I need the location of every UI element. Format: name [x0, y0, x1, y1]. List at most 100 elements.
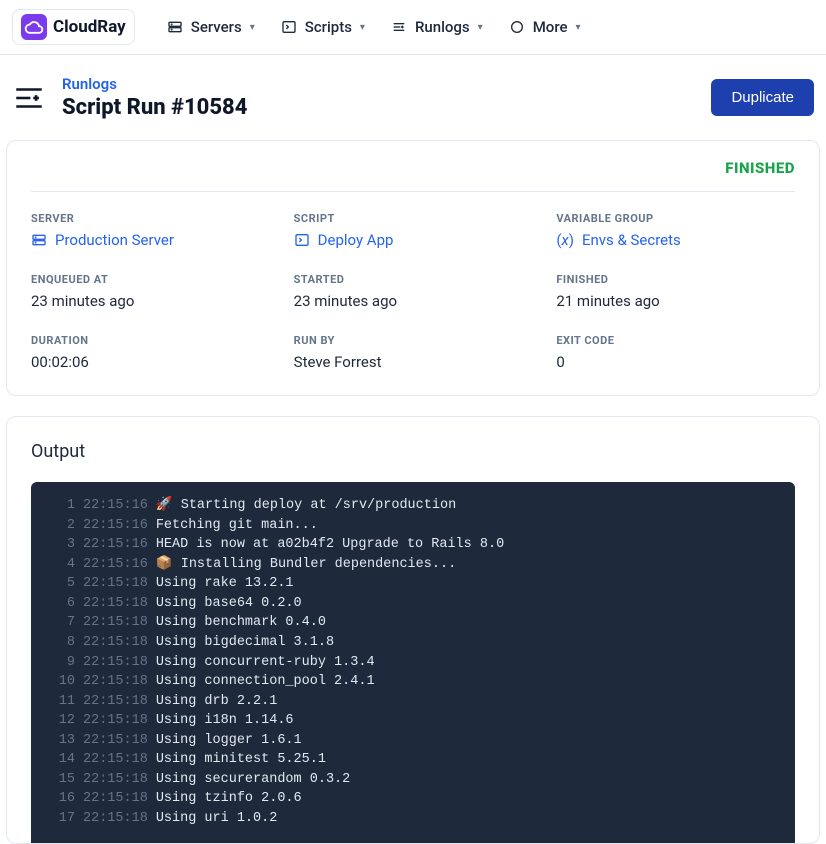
line-text: Using minitest 5.25.1 [156, 750, 326, 770]
line-number: 15 [47, 770, 75, 790]
line-timestamp: 22:15:16 [83, 535, 148, 555]
line-text: Using drb 2.2.1 [156, 692, 278, 712]
logo[interactable]: CloudRay [12, 9, 135, 45]
line-number: 10 [47, 672, 75, 692]
line-text: Fetching git main... [156, 516, 318, 536]
line-number: 4 [47, 555, 75, 575]
script-icon [281, 19, 297, 35]
nav-more[interactable]: More ▾ [509, 18, 581, 36]
status-badge: FINISHED [725, 159, 795, 177]
vargroup-value: Envs & Secrets [582, 231, 681, 249]
variable-icon: (x) [556, 231, 574, 249]
info-vargroup: VARIABLE GROUP (x) Envs & Secrets [556, 212, 795, 249]
line-text: 🚀 Starting deploy at /srv/production [156, 496, 456, 516]
line-timestamp: 22:15:18 [83, 653, 148, 673]
chevron-down-icon: ▾ [250, 22, 255, 33]
line-timestamp: 22:15:18 [83, 770, 148, 790]
line-timestamp: 22:15:16 [83, 496, 148, 516]
line-timestamp: 22:15:18 [83, 672, 148, 692]
chevron-down-icon: ▾ [576, 22, 581, 33]
terminal-output: 1 22:15:16 🚀 Starting deploy at /srv/produ… [31, 482, 795, 843]
info-script: SCRIPT Deploy App [294, 212, 533, 249]
breadcrumb[interactable]: Runlogs [62, 75, 247, 93]
line-timestamp: 22:15:18 [83, 633, 148, 653]
nav-runlogs[interactable]: Runlogs ▾ [391, 18, 483, 36]
duplicate-button[interactable]: Duplicate [711, 79, 814, 116]
line-text: Using benchmark 0.4.0 [156, 613, 326, 633]
line-number: 6 [47, 594, 75, 614]
line-timestamp: 22:15:16 [83, 516, 148, 536]
terminal-line: 1122:15:18Using drb 2.2.1 [47, 692, 779, 712]
line-text: Using concurrent-ruby 1.3.4 [156, 653, 375, 673]
enqueued-label: ENQUEUED AT [31, 273, 270, 286]
line-timestamp: 22:15:18 [83, 789, 148, 809]
info-duration: DURATION 00:02:06 [31, 334, 270, 371]
info-exitcode: EXIT CODE 0 [556, 334, 795, 371]
runlog-icon [391, 19, 407, 35]
line-timestamp: 22:15:18 [83, 731, 148, 751]
runby-label: RUN BY [294, 334, 533, 347]
terminal-line: 1622:15:18Using tzinfo 2.0.6 [47, 789, 779, 809]
line-number: 5 [47, 574, 75, 594]
terminal-line: 5 22:15:18 Using rake 13.2.1 [47, 574, 779, 594]
finished-value: 21 minutes ago [556, 292, 795, 310]
terminal-line: 14 22:15:18 Using minitest 5.25.1 [47, 750, 779, 770]
info-server: SERVER Production Server [31, 212, 270, 249]
script-icon [294, 232, 310, 248]
vargroup-link[interactable]: (x) Envs & Secrets [556, 231, 795, 249]
info-started: STARTED 23 minutes ago [294, 273, 533, 310]
terminal-line: 1022:15:18Using connection_pool 2.4.1 [47, 672, 779, 692]
line-text: Using bigdecimal 3.1.8 [156, 633, 334, 653]
enqueued-value: 23 minutes ago [31, 292, 270, 310]
line-timestamp: 22:15:16 [83, 555, 148, 575]
line-number: 14 [47, 750, 75, 770]
line-timestamp: 22:15:18 [83, 750, 148, 770]
duration-label: DURATION [31, 334, 270, 347]
duration-value: 00:02:06 [31, 353, 270, 371]
nav-scripts[interactable]: Scripts ▾ [281, 18, 365, 36]
chevron-down-icon: ▾ [360, 22, 365, 33]
finished-label: FINISHED [556, 273, 795, 286]
server-link[interactable]: Production Server [31, 231, 270, 249]
runby-value: Steve Forrest [294, 353, 533, 371]
terminal-line: 722:15:18Using benchmark 0.4.0 [47, 613, 779, 633]
nav-label: More [533, 18, 568, 36]
cloud-icon [21, 14, 47, 40]
output-title: Output [31, 441, 795, 462]
line-text: Using rake 13.2.1 [156, 574, 294, 594]
nav-label: Runlogs [415, 18, 470, 36]
terminal-line: 822:15:18Using bigdecimal 3.1.8 [47, 633, 779, 653]
info-card: FINISHED SERVER Production Server SCRIPT… [6, 140, 820, 396]
line-number: 1 [47, 496, 75, 516]
page-title: Script Run #10584 [62, 95, 247, 120]
chevron-down-icon: ▾ [478, 22, 483, 33]
terminal-line: 3 22:15:16 HEAD is now at a02b4f2 Upgrade … [47, 535, 779, 555]
line-number: 12 [47, 711, 75, 731]
server-icon [31, 232, 47, 248]
brand-name: CloudRay [53, 17, 126, 37]
script-link[interactable]: Deploy App [294, 231, 533, 249]
info-enqueued: ENQUEUED AT 23 minutes ago [31, 273, 270, 310]
info-runby: RUN BY Steve Forrest [294, 334, 533, 371]
script-value: Deploy App [318, 231, 394, 249]
terminal-line: 1522:15:18Using securerandom 0.3.2 [47, 770, 779, 790]
line-text: HEAD is now at a02b4f2 Upgrade to Rails … [156, 535, 504, 555]
nav-servers[interactable]: Servers ▾ [167, 18, 255, 36]
terminal-line: 4 22:15:16 📦 Installing Bundler dependenci… [47, 555, 779, 575]
runlog-large-icon [12, 81, 46, 115]
line-text: 📦 Installing Bundler dependencies... [156, 555, 456, 575]
line-number: 3 [47, 535, 75, 555]
line-text: Using base64 0.2.0 [156, 594, 302, 614]
script-label: SCRIPT [294, 212, 533, 225]
line-timestamp: 22:15:18 [83, 711, 148, 731]
terminal-line: 1222:15:18Using i18n 1.14.6 [47, 711, 779, 731]
line-number: 7 [47, 613, 75, 633]
terminal-line: 2 22:15:16 Fetching git main... [47, 516, 779, 536]
topbar: CloudRay Servers ▾ Scripts ▾ Runlogs ▾ [0, 0, 826, 55]
line-number: 2 [47, 516, 75, 536]
terminal-line: 1 22:15:16 🚀 Starting deploy at /srv/produ… [47, 496, 779, 516]
terminal-line: 622:15:18Using base64 0.2.0 [47, 594, 779, 614]
output-card: Output 1 22:15:16 🚀 Starting deploy at /sr… [6, 416, 820, 844]
line-number: 13 [47, 731, 75, 751]
line-timestamp: 22:15:18 [83, 574, 148, 594]
